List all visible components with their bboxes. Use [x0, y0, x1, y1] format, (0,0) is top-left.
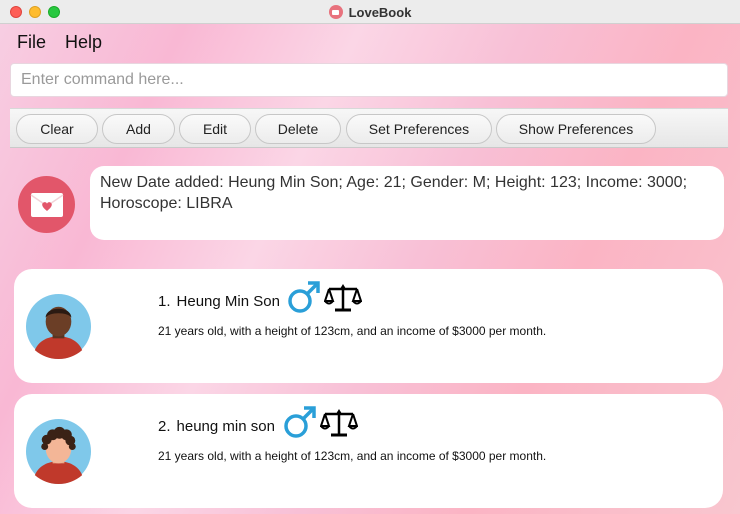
delete-button[interactable]: Delete [255, 114, 341, 144]
date-name: heung min son [176, 417, 275, 435]
date-index: 2. [158, 417, 171, 435]
date-description: 21 years old, with a height of 123cm, an… [158, 324, 547, 338]
edit-button[interactable]: Edit [179, 114, 251, 144]
menu-bar: File Help [0, 24, 740, 60]
menu-help[interactable]: Help [65, 32, 102, 53]
date-name-row: 2. heung min son [158, 416, 275, 436]
love-letter-icon [18, 176, 75, 233]
date-card[interactable]: 2. heung min son 21 years old, with a he… [14, 394, 723, 508]
result-display: New Date added: Heung Min Son; Age: 21; … [90, 166, 724, 240]
male-symbol-icon [288, 281, 320, 313]
show-preferences-button[interactable]: Show Preferences [496, 114, 656, 144]
clear-button[interactable]: Clear [16, 114, 98, 144]
avatar [25, 418, 92, 485]
male-symbol-icon [284, 406, 316, 438]
avatar [25, 293, 92, 360]
add-button[interactable]: Add [102, 114, 175, 144]
menu-file[interactable]: File [17, 32, 46, 53]
date-description: 21 years old, with a height of 123cm, an… [158, 449, 547, 463]
app-logo-icon [328, 5, 343, 19]
date-card[interactable]: 1. Heung Min Son 21 years old, with a he… [14, 269, 723, 383]
date-name-row: 1. Heung Min Son [158, 291, 280, 311]
date-index: 1. [158, 292, 171, 310]
window-title: LoveBook [348, 4, 412, 20]
set-preferences-button[interactable]: Set Preferences [346, 114, 492, 144]
libra-icon [324, 284, 362, 312]
libra-icon [320, 409, 358, 437]
window-title-group: LoveBook [0, 0, 740, 24]
toolbar: Clear Add Edit Delete Set Preferences Sh… [10, 108, 728, 148]
date-name: Heung Min Son [176, 292, 280, 310]
title-bar: LoveBook [0, 0, 740, 24]
command-input[interactable] [10, 63, 728, 97]
